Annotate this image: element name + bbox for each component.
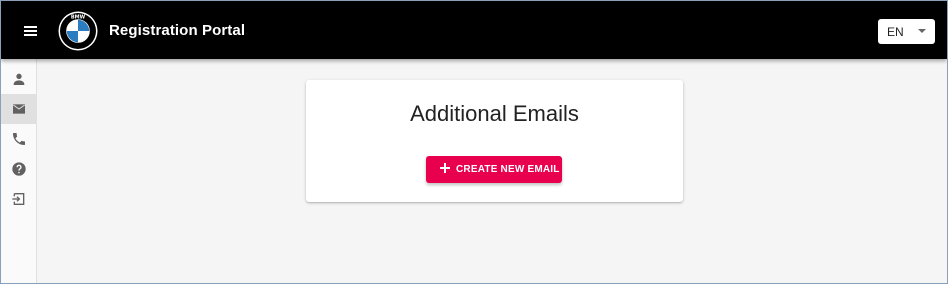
hamburger-icon [24,26,37,28]
top-app-bar: BMW Registration Portal EN [1,1,947,59]
language-select[interactable]: EN [878,19,935,44]
plus-icon [439,162,450,173]
logout-icon [12,193,25,205]
help-icon [12,162,26,176]
side-nav [1,59,37,283]
card-title: Additional Emails [410,101,579,126]
app-title: Registration Portal [109,22,246,39]
bmw-logo-text: BMW [71,14,86,20]
phone-icon [13,133,25,145]
caret-down-icon [918,29,926,33]
sidebar-item-profile[interactable] [1,64,36,94]
sidebar-item-help[interactable] [1,154,36,184]
create-new-email-label: CREATE NEW EMAIL [456,164,560,175]
create-new-email-button[interactable]: CREATE NEW EMAIL [426,156,562,183]
sidebar-item-logout[interactable] [1,184,36,214]
person-icon [13,73,25,85]
app-window: BMW Registration Portal EN Additional Em… [0,0,948,284]
email-icon [13,104,25,114]
sidebar-item-email[interactable] [1,94,36,124]
language-value: EN [887,25,904,39]
sidebar-item-phone[interactable] [1,124,36,154]
additional-emails-card: Additional Emails CREATE NEW EMAIL [306,80,683,202]
bmw-logo: BMW [58,11,98,51]
hamburger-menu-button[interactable] [15,18,47,42]
